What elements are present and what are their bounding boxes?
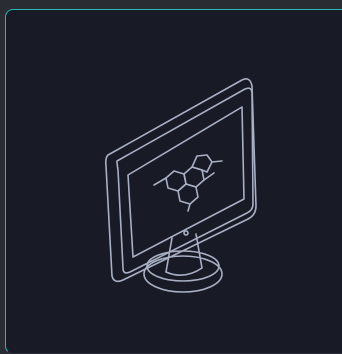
monitor-hexagon-molecule-icon bbox=[104, 78, 257, 293]
monitor-illustration bbox=[104, 78, 257, 293]
feature-card bbox=[5, 9, 342, 354]
stand-neck bbox=[165, 233, 203, 276]
hexagon-molecule bbox=[153, 154, 223, 212]
power-indicator bbox=[183, 230, 189, 236]
stand-base bbox=[143, 255, 223, 293]
